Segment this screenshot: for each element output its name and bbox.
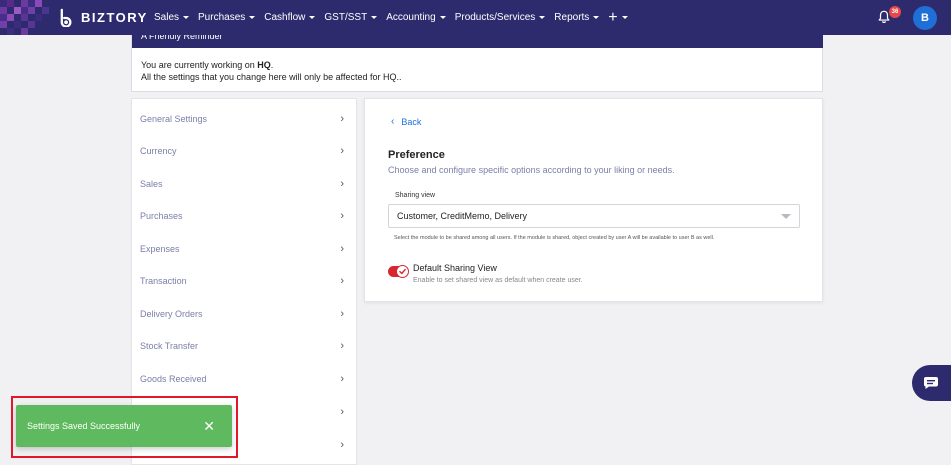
nav-reports[interactable]: Reports <box>554 12 600 23</box>
nav-quick-add[interactable]: + <box>608 8 628 26</box>
menu-item-label: Goods Received <box>140 374 207 384</box>
close-icon[interactable]: ✕ <box>203 419 215 433</box>
sharing-view-select[interactable]: Customer, CreditMemo, Delivery <box>388 204 800 228</box>
user-avatar[interactable]: B <box>913 6 937 30</box>
default-sharing-view-help: Enable to set shared view as default whe… <box>413 277 583 284</box>
menu-item-label: Purchases <box>140 211 183 221</box>
top-navigation-bar: BIZTORY Sales Purchases Cashflow GST/SST… <box>0 0 951 35</box>
menu-item-transaction[interactable]: Transaction › <box>132 265 356 297</box>
sharing-view-help: Select the module to be shared among all… <box>394 235 715 241</box>
menu-item-label: Stock Transfer <box>140 341 199 351</box>
nav-purchases-label: Purchases <box>198 12 246 23</box>
brand-name: BIZTORY <box>81 10 148 25</box>
success-toast: Settings Saved Successfully ✕ <box>16 405 232 447</box>
menu-item-label: Expenses <box>140 244 180 254</box>
chevron-right-icon: › <box>340 210 344 222</box>
reminder-line-1-prefix: You are currently working on <box>141 60 258 70</box>
nav-sales-label: Sales <box>154 12 180 23</box>
menu-item-expenses[interactable]: Expenses › <box>132 233 356 265</box>
nav-purchases[interactable]: Purchases <box>198 12 256 23</box>
nav-cashflow[interactable]: Cashflow <box>264 12 316 23</box>
menu-item-label: Currency <box>140 146 177 156</box>
caret-down-icon <box>621 16 628 19</box>
nav-accounting-label: Accounting <box>386 12 436 23</box>
menu-item-label: General Settings <box>140 114 208 124</box>
chevron-right-icon: › <box>340 243 344 255</box>
reminder-line-1: You are currently working on HQ. <box>141 59 401 71</box>
default-sharing-view-toggle[interactable] <box>388 265 409 278</box>
menu-item-general-settings[interactable]: General Settings › <box>132 103 356 135</box>
reminder-title: A Friendly Reminder <box>132 35 823 48</box>
nav-sales[interactable]: Sales <box>154 12 190 23</box>
nav-products-services[interactable]: Products/Services <box>455 12 546 23</box>
reminder-branch-name: HQ <box>257 60 271 70</box>
menu-item-label: Delivery Orders <box>140 309 203 319</box>
chevron-right-icon: › <box>340 145 344 157</box>
default-sharing-view-label: Default Sharing View <box>413 263 497 273</box>
menu-item-label: Sales <box>140 179 163 189</box>
nav-cashflow-label: Cashflow <box>264 12 306 23</box>
plus-icon: + <box>608 8 618 26</box>
menu-item-stock-transfer[interactable]: Stock Transfer › <box>132 330 356 362</box>
caret-down-icon <box>539 16 546 19</box>
preference-panel: ‹ Back Preference Choose and configure s… <box>364 98 823 302</box>
nav-reports-label: Reports <box>554 12 590 23</box>
chevron-right-icon: › <box>340 373 344 385</box>
nav-products-services-label: Products/Services <box>454 12 536 23</box>
caret-down-icon <box>249 16 256 19</box>
check-icon <box>399 268 406 275</box>
notification-count-badge: 36 <box>889 6 901 18</box>
menu-item-delivery-orders[interactable]: Delivery Orders › <box>132 298 356 330</box>
friendly-reminder-panel: A Friendly Reminder You are currently wo… <box>131 35 823 92</box>
menu-item-goods-received[interactable]: Goods Received › <box>132 363 356 395</box>
nav-accounting[interactable]: Accounting <box>386 12 446 23</box>
caret-down-icon <box>371 16 378 19</box>
caret-down-icon <box>309 16 316 19</box>
toggle-knob <box>396 265 409 278</box>
preference-description: Choose and configure specific options ac… <box>388 165 675 175</box>
sharing-view-label: Sharing view <box>395 192 436 199</box>
menu-item-sales[interactable]: Sales › <box>132 168 356 200</box>
preference-title: Preference <box>388 149 445 161</box>
chevron-right-icon: › <box>340 439 344 451</box>
main-menu: Sales Purchases Cashflow GST/SST Account… <box>154 0 637 35</box>
menu-item-label: Transaction <box>140 276 187 286</box>
reminder-message: You are currently working on HQ. All the… <box>141 59 401 83</box>
chevron-left-icon: ‹ <box>391 116 395 127</box>
brand-mark-icon <box>60 8 72 27</box>
back-label: Back <box>401 116 422 127</box>
caret-down-icon <box>439 16 446 19</box>
chevron-right-icon: › <box>340 340 344 352</box>
brand-logo[interactable]: BIZTORY <box>58 8 148 27</box>
sharing-view-value: Customer, CreditMemo, Delivery <box>397 211 528 221</box>
caret-down-icon <box>183 16 190 19</box>
menu-item-currency[interactable]: Currency › <box>132 135 356 167</box>
chevron-right-icon: › <box>340 406 344 418</box>
caret-down-icon <box>781 214 791 219</box>
chat-button[interactable] <box>912 365 951 401</box>
chat-bubble-icon <box>923 377 938 389</box>
toast-message: Settings Saved Successfully <box>27 421 141 431</box>
chevron-right-icon: › <box>340 113 344 125</box>
caret-down-icon <box>593 16 600 19</box>
menu-item-purchases[interactable]: Purchases › <box>132 200 356 232</box>
reminder-line-2: All the settings that you change here wi… <box>141 72 402 82</box>
chevron-right-icon: › <box>340 178 344 190</box>
back-link[interactable]: ‹ Back <box>391 116 421 127</box>
chevron-right-icon: › <box>340 275 344 287</box>
chevron-right-icon: › <box>340 308 344 320</box>
reminder-line-1-suffix: . <box>270 60 274 70</box>
nav-gst-sst[interactable]: GST/SST <box>324 12 378 23</box>
nav-gst-sst-label: GST/SST <box>324 12 368 23</box>
